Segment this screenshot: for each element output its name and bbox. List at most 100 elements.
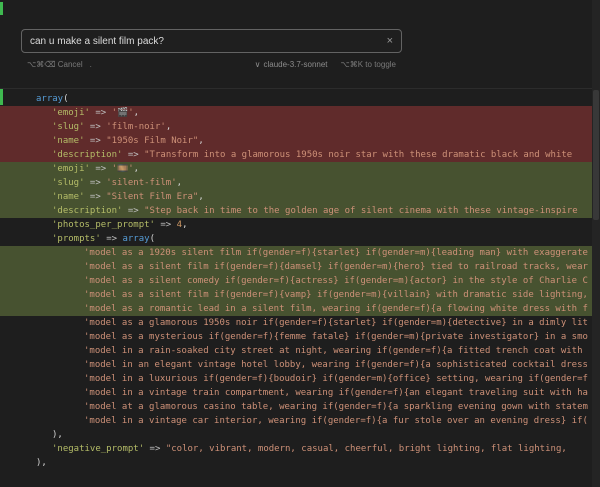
inline-edit-zone-separator xyxy=(0,88,600,89)
code-line[interactable]: 'model as a mysterious if(gender=f){femm… xyxy=(0,330,592,344)
code-token-str: 'model as a silent comedy if(gender=f){a… xyxy=(84,276,588,286)
code-token-key: 'prompts' xyxy=(52,234,101,244)
close-icon[interactable]: × xyxy=(379,36,393,47)
code-token-punct: ( xyxy=(63,94,68,104)
code-line[interactable]: 'prompts' => array( xyxy=(0,232,592,246)
code-line[interactable]: 'model in a rain-soaked city street at n… xyxy=(0,344,592,358)
code-line[interactable]: 'name' => "1950s Film Noir", xyxy=(0,134,592,148)
code-token-str: 'silent-film' xyxy=(106,178,176,188)
model-selector[interactable]: ∨ claude-3.7-sonnet xyxy=(255,60,328,69)
code-token-key: 'slug' xyxy=(52,178,85,188)
diff-overview-marker-added-top xyxy=(0,2,3,15)
code-lines: array('emoji' => '🎬','slug' => 'film-noi… xyxy=(0,92,592,470)
code-line[interactable]: 'model in a luxurious if(gender=f){boudo… xyxy=(0,372,592,386)
code-line[interactable]: 'name' => "Silent Film Era", xyxy=(0,190,592,204)
code-token-op: => xyxy=(144,444,166,454)
code-token-op: => xyxy=(85,136,107,146)
code-token-key: 'slug' xyxy=(52,122,85,132)
code-token-str: "Step back in time to the golden age of … xyxy=(144,206,577,216)
scrollbar-thumb[interactable] xyxy=(593,90,599,220)
code-token-op: => xyxy=(85,192,107,202)
code-token-str: 'model in a rain-soaked city street at n… xyxy=(84,346,588,356)
code-token-key: 'name' xyxy=(52,136,85,146)
code-token-op: => xyxy=(85,178,107,188)
code-token-key: 'description' xyxy=(52,206,122,216)
code-token-op: => xyxy=(85,122,107,132)
code-token-str: '🎞️' xyxy=(112,164,134,174)
code-line[interactable]: 'model in an elegant vintage hotel lobby… xyxy=(0,358,592,372)
code-token-key: 'photos_per_prompt' xyxy=(52,220,155,230)
code-token-kw: array xyxy=(36,94,63,104)
code-line[interactable]: 'model as a 1920s silent film if(gender=… xyxy=(0,246,592,260)
chevron-down-icon: ∨ xyxy=(255,60,261,69)
code-token-punct: , xyxy=(177,178,182,188)
code-token-key: 'emoji' xyxy=(52,108,90,118)
code-token-punct: , xyxy=(198,136,203,146)
code-line[interactable]: ), xyxy=(0,456,592,470)
code-token-str: 'model in a vintage train compartment, w… xyxy=(84,388,588,398)
code-line[interactable]: 'model in a vintage car interior, wearin… xyxy=(0,414,592,428)
code-line[interactable]: 'slug' => 'film-noir', xyxy=(0,120,592,134)
code-token-punct: , xyxy=(198,192,203,202)
code-token-str: 'model as a 1920s silent film if(gender=… xyxy=(84,248,588,258)
scrollbar[interactable] xyxy=(592,0,600,487)
code-line[interactable]: 'model as a silent comedy if(gender=f){a… xyxy=(0,274,592,288)
code-token-punct: , xyxy=(182,220,187,230)
code-token-punct: , xyxy=(134,108,139,118)
code-token-str: 'model as a romantic lead in a silent fi… xyxy=(84,304,588,314)
code-token-key: 'name' xyxy=(52,192,85,202)
code-token-op: => xyxy=(155,220,177,230)
code-token-str: 'model in a luxurious if(gender=f){boudo… xyxy=(84,374,588,384)
code-line[interactable]: 'model as a romantic lead in a silent fi… xyxy=(0,302,592,316)
code-token-str: "color, vibrant, modern, casual, cheerfu… xyxy=(166,444,572,454)
code-editor[interactable]: array('emoji' => '🎬','slug' => 'film-noi… xyxy=(0,92,592,470)
editor-window: × ⌥⌘⌫ Cancel . ∨ claude-3.7-sonnet ⌥⌘K t… xyxy=(0,0,600,487)
code-line[interactable]: 'negative_prompt' => "color, vibrant, mo… xyxy=(0,442,592,456)
code-token-op: => xyxy=(90,164,112,174)
code-token-str: 'model as a mysterious if(gender=f){femm… xyxy=(84,332,588,342)
code-token-key: 'description' xyxy=(52,150,122,160)
code-line[interactable]: 'model as a silent film if(gender=f){vam… xyxy=(0,288,592,302)
code-token-op: => xyxy=(90,108,112,118)
code-token-str: 'model as a glamorous 1950s noir if(gend… xyxy=(84,318,588,328)
code-line[interactable]: 'slug' => 'silent-film', xyxy=(0,176,592,190)
code-line[interactable]: 'model as a silent film if(gender=f){dam… xyxy=(0,260,592,274)
code-line[interactable]: 'model as a glamorous 1950s noir if(gend… xyxy=(0,316,592,330)
code-line[interactable]: 'emoji' => '🎬', xyxy=(0,106,592,120)
code-token-str: 'model in an elegant vintage hotel lobby… xyxy=(84,360,588,370)
code-token-kw: array xyxy=(122,234,149,244)
code-token-op: => xyxy=(122,150,144,160)
model-name: claude-3.7-sonnet xyxy=(263,60,327,69)
cancel-button[interactable]: ⌥⌘⌫ Cancel xyxy=(27,60,83,69)
code-token-op: => xyxy=(122,206,144,216)
code-token-str: "Silent Film Era" xyxy=(106,192,198,202)
code-token-key: 'negative_prompt' xyxy=(52,444,144,454)
code-token-punct: ( xyxy=(150,234,155,244)
toggle-hint: ⌥⌘K to toggle xyxy=(341,60,396,69)
code-line[interactable]: 'photos_per_prompt' => 4, xyxy=(0,218,592,232)
code-token-punct: , xyxy=(166,122,171,132)
code-token-str: 'model as a silent film if(gender=f){dam… xyxy=(84,262,588,272)
code-token-punct: ), xyxy=(36,458,47,468)
code-token-str: 'model in a vintage car interior, wearin… xyxy=(84,416,588,426)
code-token-str: 'film-noir' xyxy=(106,122,166,132)
hint-separator-dot: . xyxy=(90,60,92,69)
code-line[interactable]: 'description' => "Transform into a glamo… xyxy=(0,148,592,162)
code-token-punct: , xyxy=(134,164,139,174)
code-token-str: '🎬' xyxy=(112,108,134,118)
code-line[interactable]: 'model at a glamorous casino table, wear… xyxy=(0,400,592,414)
code-line[interactable]: array( xyxy=(0,92,592,106)
code-token-str: 'model as a silent film if(gender=f){vam… xyxy=(84,290,588,300)
inline-edit-prompt-box[interactable]: × xyxy=(21,29,402,53)
inline-edit-hint-row: ⌥⌘⌫ Cancel . ∨ claude-3.7-sonnet ⌥⌘K to … xyxy=(21,60,402,69)
code-line[interactable]: 'model in a vintage train compartment, w… xyxy=(0,386,592,400)
code-token-str: 'model at a glamorous casino table, wear… xyxy=(84,402,588,412)
code-token-str: "1950s Film Noir" xyxy=(106,136,198,146)
code-token-key: 'emoji' xyxy=(52,164,90,174)
code-line[interactable]: 'emoji' => '🎞️', xyxy=(0,162,592,176)
code-line[interactable]: ), xyxy=(0,428,592,442)
prompt-input[interactable] xyxy=(30,36,379,47)
code-line[interactable]: 'description' => "Step back in time to t… xyxy=(0,204,592,218)
code-token-punct: ), xyxy=(52,430,63,440)
code-token-str: "Transform into a glamorous 1950s noir s… xyxy=(144,150,577,160)
